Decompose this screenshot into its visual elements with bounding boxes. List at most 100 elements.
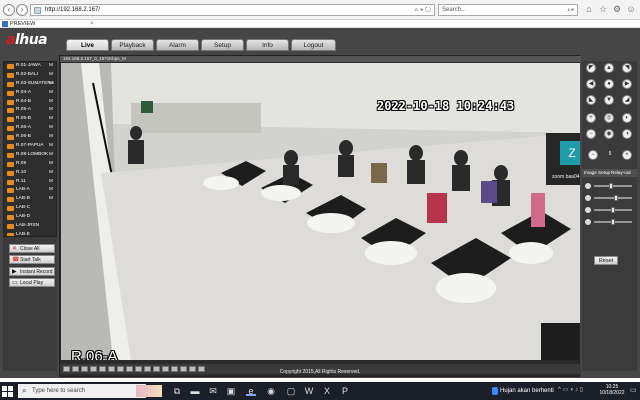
taskbar-search-input[interactable]: ⌕ Type here to search [18, 384, 162, 398]
windows-start-icon[interactable] [2, 386, 14, 397]
ptz-down-icon[interactable]: ▼ [604, 95, 614, 105]
zoom-out-icon[interactable]: − [586, 129, 596, 139]
camera-item[interactable]: R.06-B M [4, 133, 56, 142]
ptz-down-right-icon[interactable]: ◢ [622, 95, 632, 105]
focus-far-icon[interactable]: ◉ [604, 129, 614, 139]
camera-icon [7, 108, 14, 114]
relay-out-tab[interactable]: Relay-out [611, 169, 631, 177]
camera-item[interactable]: R.11 M [4, 178, 56, 187]
system-tray-icons[interactable]: ^ ▭ ◖ ♪ ▯ [558, 386, 583, 393]
tab-live[interactable]: Live [66, 39, 109, 51]
camera-label: R.06-B [16, 134, 31, 140]
iris-close-icon[interactable]: ◑ [622, 129, 632, 139]
slider-track[interactable] [594, 195, 632, 201]
search-icon[interactable]: ⌕▾ [567, 5, 574, 16]
hue-slider[interactable] [585, 219, 633, 226]
word-icon[interactable]: W [304, 386, 314, 396]
camera-item[interactable]: LAB-A M [4, 186, 56, 195]
zoom-overlay[interactable]: Z zoom baa04 [546, 133, 580, 185]
camera-item[interactable]: R.05-B M [4, 115, 56, 124]
camera-item[interactable]: LAB-B M [4, 195, 56, 204]
camera-item[interactable]: LAB-JRSN [4, 222, 56, 231]
forward-icon[interactable]: › [16, 4, 28, 16]
ptz-left-icon[interactable]: ◀ [586, 79, 596, 89]
back-icon[interactable]: ‹ [3, 4, 15, 16]
browser-search-input[interactable]: Search... ⌕▾ [438, 4, 578, 16]
weather-icon[interactable] [492, 387, 498, 395]
speed-up-icon[interactable]: + [622, 150, 632, 160]
contrast-slider[interactable] [585, 195, 633, 202]
camera-item[interactable]: R.04-A M [4, 89, 56, 98]
slider-knob[interactable] [609, 183, 613, 189]
slider-knob[interactable] [611, 207, 615, 213]
zoom-app-icon[interactable]: ▢ [286, 386, 296, 396]
cortana-icon[interactable]: ○ [153, 386, 163, 396]
camera-item[interactable]: LAB-C [4, 204, 56, 213]
slider-track[interactable] [594, 207, 632, 213]
reset-button[interactable]: Reset [594, 256, 618, 265]
camera-label: R.07-PAPUA [16, 143, 44, 149]
task-view-icon[interactable]: ⧉ [172, 386, 182, 396]
tab-alarm[interactable]: Alarm [156, 39, 199, 51]
instant-record-button[interactable]: ▶ Instant Record [9, 267, 55, 276]
camera-item[interactable]: R.04-B M [4, 98, 56, 107]
ptz-up-icon[interactable]: ▲ [604, 63, 614, 73]
browser-tab[interactable]: PREVIEW [2, 20, 35, 28]
weather-text[interactable]: Hujan akan berhenti [500, 386, 554, 396]
taskbar-clock[interactable]: 10:25 10/18/2022 [597, 384, 627, 396]
ptz-up-left-icon[interactable]: ◤ [586, 63, 596, 73]
brightness-slider[interactable] [585, 183, 633, 190]
edge-icon[interactable]: e [246, 386, 256, 396]
iris-icon[interactable]: ◐ [622, 113, 632, 123]
url-field[interactable]: http://192.168.2.167/ ⌕ ▾ ↻ [30, 4, 435, 16]
gear-icon[interactable]: ⚙ [612, 4, 622, 14]
slider-track[interactable] [594, 219, 632, 225]
slider-knob[interactable] [614, 195, 618, 201]
ptz-home-icon[interactable]: ● [604, 79, 614, 89]
camera-item[interactable]: R.07-PAPUA M [4, 142, 56, 151]
camera-label: R.05-B [16, 116, 31, 122]
close-all-button[interactable]: ✕ Close All [9, 244, 55, 253]
camera-item[interactable]: R.06-A M [4, 124, 56, 133]
ptz-right-icon[interactable]: ▶ [622, 79, 632, 89]
smiley-icon[interactable]: ☺ [626, 4, 636, 14]
saturation-slider[interactable] [585, 207, 633, 214]
home-icon[interactable]: ⌂ [584, 4, 594, 14]
camera-item[interactable]: R.08-LOMBOK M [4, 151, 56, 160]
tab-logout[interactable]: Logout [291, 39, 336, 51]
excel-icon[interactable]: X [322, 386, 332, 396]
store-icon[interactable]: ▣ [226, 386, 236, 396]
refresh-icon[interactable]: ⌕ ▾ ↻ [414, 5, 431, 16]
logo-text: lhua [14, 32, 48, 48]
speed-down-icon[interactable]: − [588, 150, 598, 160]
powerpoint-icon[interactable]: P [340, 386, 350, 396]
camera-item[interactable]: R.02-BALI M [4, 71, 56, 80]
camera-icon [7, 81, 14, 87]
image-setup-tab[interactable]: Image Setup [584, 169, 610, 177]
zoom-in-icon[interactable]: + [586, 113, 596, 123]
star-icon[interactable]: ☆ [598, 4, 608, 14]
slider-track[interactable] [594, 183, 632, 189]
camera-item[interactable]: R.01-JAWA M [4, 62, 56, 71]
local-play-button[interactable]: ▭ Local Play [9, 278, 55, 287]
tab-close-icon[interactable]: × [90, 20, 94, 28]
tab-setup[interactable]: Setup [201, 39, 244, 51]
camera-feed[interactable]: 2022-10-18 10:24:43 R.06-A Z zoom baa04 [61, 63, 580, 360]
camera-item[interactable]: LAB-D [4, 213, 56, 222]
camera-item[interactable]: R.05-A M [4, 106, 56, 115]
slider-knob[interactable] [611, 219, 615, 225]
camera-item[interactable]: R.09 M [4, 160, 56, 169]
camera-item[interactable]: R.03-SUMATERA M [4, 80, 56, 89]
file-explorer-icon[interactable]: ▬ [190, 386, 200, 396]
tab-info[interactable]: Info [246, 39, 289, 51]
notification-icon[interactable]: ▭ [630, 386, 638, 396]
start-talk-button[interactable]: ☎ Start Talk [9, 255, 55, 264]
camera-item[interactable]: R.10 M [4, 169, 56, 178]
focus-icon[interactable]: ◎ [604, 113, 614, 123]
mail-icon[interactable]: ✉ [208, 386, 218, 396]
camera-item[interactable]: LAB-E [4, 231, 56, 236]
chrome-icon[interactable]: ◉ [266, 386, 276, 396]
ptz-down-left-icon[interactable]: ◣ [586, 95, 596, 105]
tab-playback[interactable]: Playback [111, 39, 154, 51]
ptz-up-right-icon[interactable]: ◥ [622, 63, 632, 73]
